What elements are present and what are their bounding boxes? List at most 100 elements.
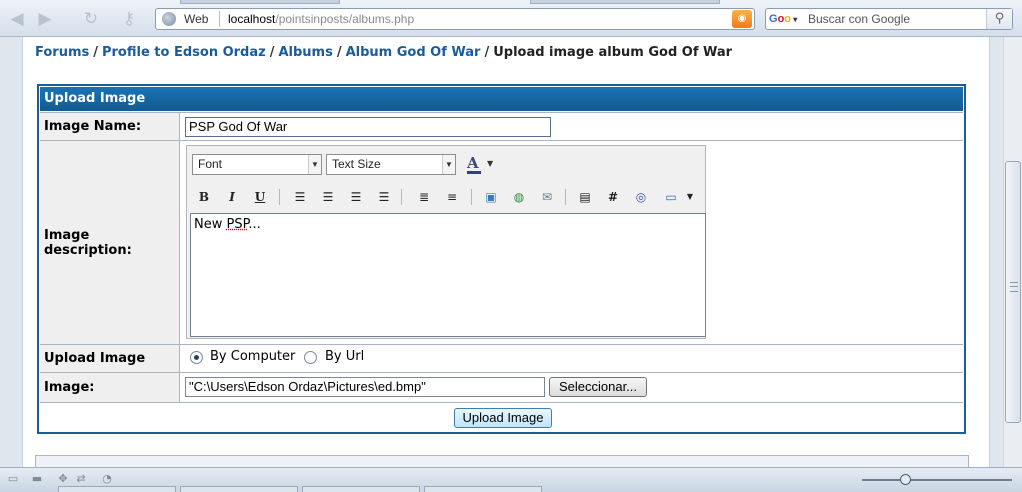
- editor-text: ...: [248, 217, 261, 232]
- file-path-input[interactable]: "C:\Users\Edson Ordaz\Pictures\ed.bmp": [185, 377, 545, 397]
- folder-icon[interactable]: ▬: [30, 473, 44, 485]
- bold-icon[interactable]: B: [193, 186, 215, 208]
- image-name-input[interactable]: PSP God Of War: [185, 117, 551, 137]
- page-icon[interactable]: ▭: [6, 473, 20, 485]
- image-name-label: Image Name:: [40, 113, 180, 140]
- taskbar-item[interactable]: [180, 486, 298, 492]
- toolbar-divider: [565, 189, 566, 205]
- upload-type-label: Upload Image: [40, 345, 180, 372]
- breadcrumb-forums[interactable]: Forums: [35, 45, 89, 60]
- size-select-value: Text Size: [332, 157, 381, 171]
- link-icon[interactable]: ◍: [508, 186, 530, 208]
- breadcrumb-separator: /: [93, 45, 98, 60]
- code-icon[interactable]: ◎: [630, 186, 652, 208]
- toolbar-divider: [401, 189, 402, 205]
- justify-icon[interactable]: ☰: [373, 186, 395, 208]
- size-select[interactable]: Text Size ▼: [326, 154, 456, 175]
- align-left-icon[interactable]: ☰: [289, 186, 311, 208]
- breadcrumb: Forums / Profile to Edson Ordaz / Albums / Alb…: [35, 45, 732, 60]
- search-box[interactable]: Goo ▾ Buscar con Google ⚲: [765, 8, 1013, 30]
- font-select-value: Font: [198, 157, 223, 171]
- address-label: Web: [184, 12, 209, 26]
- form-header: Upload Image: [40, 87, 963, 111]
- font-select[interactable]: Font ▼: [192, 154, 322, 175]
- zoom-slider[interactable]: [862, 474, 1012, 485]
- next-section: [35, 455, 969, 467]
- vertical-scrollbar[interactable]: [1003, 37, 1022, 467]
- globe-icon: [162, 12, 176, 26]
- breadcrumb-album[interactable]: Album God Of War: [346, 45, 481, 60]
- image-file-cell: "C:\Users\Edson Ordaz\Pictures\ed.bmp" S…: [181, 373, 963, 402]
- toolbar-divider: [279, 189, 280, 205]
- description-label: Image description:: [40, 141, 180, 344]
- rich-text-editor: Font ▼ Text Size ▼ A ▼ B I U ☰ ☰ ☰ ☰ ≣ ≡ ▣: [186, 145, 706, 339]
- key-icon[interactable]: ⚷: [118, 9, 140, 29]
- chevron-down-icon: ▼: [308, 155, 321, 174]
- image-file-label: Image:: [40, 373, 180, 402]
- taskbar-item[interactable]: [58, 486, 176, 492]
- breadcrumb-profile[interactable]: Profile to Edson Ordaz: [102, 45, 266, 60]
- align-center-icon[interactable]: ☰: [317, 186, 339, 208]
- zoom-slider-knob[interactable]: [900, 474, 911, 485]
- rss-icon[interactable]: ◉: [732, 10, 752, 28]
- image-name-row: Image Name: PSP God Of War: [40, 112, 963, 140]
- search-input[interactable]: Buscar con Google: [808, 12, 910, 26]
- grip-icon: [1010, 282, 1018, 292]
- description-row: Image description: Font ▼ Text Size ▼ A ▼ B…: [40, 140, 963, 344]
- taskbar-item[interactable]: [302, 486, 420, 492]
- by-url-radio[interactable]: [304, 351, 317, 364]
- text-color-button[interactable]: A ▼: [463, 154, 497, 175]
- forward-icon[interactable]: ▶: [34, 9, 56, 29]
- chevron-down-icon: ▼: [442, 155, 455, 174]
- italic-icon[interactable]: I: [221, 186, 243, 208]
- upload-image-button[interactable]: Upload Image: [454, 408, 552, 428]
- back-icon[interactable]: ◀: [6, 9, 28, 29]
- sync-icon[interactable]: ⇄: [74, 473, 88, 485]
- page-margin: [0, 37, 22, 467]
- ordered-list-icon[interactable]: ≣: [413, 186, 435, 208]
- text-color-icon: A: [467, 154, 479, 172]
- unordered-list-icon[interactable]: ≡: [441, 186, 463, 208]
- editor-text-misspelled: PSP: [226, 217, 249, 232]
- upload-form: Upload Image Image Name: PSP God Of War …: [37, 84, 966, 434]
- hash-icon[interactable]: #: [602, 186, 624, 208]
- color-bar: [467, 171, 481, 174]
- reload-icon[interactable]: ↻: [80, 9, 102, 29]
- quote-icon[interactable]: ▤: [574, 186, 596, 208]
- address-bar[interactable]: Web localhost/pointsinposts/albums.php ◉: [155, 8, 755, 30]
- google-icon[interactable]: Goo ▾: [769, 11, 799, 27]
- chevron-down-icon[interactable]: ▼: [679, 186, 701, 208]
- align-right-icon[interactable]: ☰: [345, 186, 367, 208]
- by-computer-radio[interactable]: [190, 351, 203, 364]
- url-text[interactable]: localhost/pointsinposts/albums.php: [228, 12, 414, 26]
- description-textarea[interactable]: New PSP...: [190, 213, 706, 337]
- by-computer-label[interactable]: By Computer: [210, 349, 295, 364]
- by-url-label[interactable]: By Url: [325, 349, 364, 364]
- browser-tab[interactable]: [530, 0, 720, 4]
- gauge-icon[interactable]: ◔: [100, 473, 114, 485]
- breadcrumb-albums[interactable]: Albums: [278, 45, 332, 60]
- taskbar-item[interactable]: [424, 486, 542, 492]
- divider: [219, 11, 220, 27]
- search-icon[interactable]: ⚲: [986, 9, 1012, 29]
- image-file-row: Image: "C:\Users\Edson Ordaz\Pictures\ed…: [40, 372, 963, 402]
- image-name-cell: PSP God Of War: [181, 113, 963, 140]
- editor-text: New: [194, 217, 227, 232]
- toolbar-divider: [471, 189, 472, 205]
- browse-button[interactable]: Seleccionar...: [549, 377, 647, 397]
- browser-toolbar: ◀ ▶ ↻ ⚷ Web localhost/pointsinposts/albu…: [0, 0, 1022, 37]
- url-host: localhost: [228, 12, 276, 26]
- breadcrumb-separator: /: [484, 45, 490, 60]
- email-icon[interactable]: ✉: [536, 186, 558, 208]
- image-icon[interactable]: ▣: [480, 186, 502, 208]
- puzzle-icon[interactable]: ✥: [56, 473, 70, 485]
- chevron-down-icon: ▼: [487, 158, 494, 168]
- breadcrumb-current: Upload image album God Of War: [493, 45, 733, 60]
- submit-row: Upload Image: [40, 402, 963, 432]
- scrollbar-thumb[interactable]: [1005, 161, 1021, 423]
- browser-tab[interactable]: [180, 0, 340, 4]
- breadcrumb-separator: /: [269, 45, 275, 60]
- description-cell: Font ▼ Text Size ▼ A ▼ B I U ☰ ☰ ☰ ☰ ≣ ≡ ▣: [181, 141, 963, 344]
- status-bar: ▭ ▬ ✥ ⇄ ◔: [0, 467, 1022, 492]
- underline-icon[interactable]: U: [249, 186, 271, 208]
